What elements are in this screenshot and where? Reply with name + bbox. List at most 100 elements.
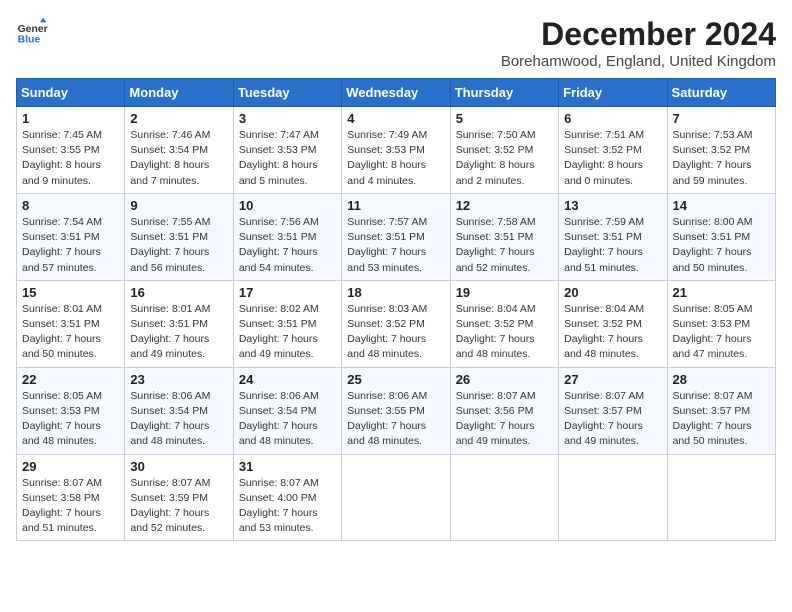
calendar-cell: 1 Sunrise: 7:45 AMSunset: 3:55 PMDayligh… — [17, 107, 125, 194]
svg-text:Blue: Blue — [18, 34, 41, 45]
calendar-cell: 29 Sunrise: 8:07 AMSunset: 3:58 PMDaylig… — [17, 454, 125, 541]
day-number: 25 — [347, 372, 444, 387]
calendar-cell: 21 Sunrise: 8:05 AMSunset: 3:53 PMDaylig… — [667, 280, 775, 367]
day-number: 7 — [673, 111, 770, 126]
calendar-cell: 22 Sunrise: 8:05 AMSunset: 3:53 PMDaylig… — [17, 367, 125, 454]
calendar-cell: 28 Sunrise: 8:07 AMSunset: 3:57 PMDaylig… — [667, 367, 775, 454]
calendar-cell: 27 Sunrise: 8:07 AMSunset: 3:57 PMDaylig… — [559, 367, 667, 454]
day-number: 14 — [673, 198, 770, 213]
calendar-cell: 10 Sunrise: 7:56 AMSunset: 3:51 PMDaylig… — [233, 193, 341, 280]
day-detail: Sunrise: 8:07 AMSunset: 3:59 PMDaylight:… — [130, 477, 210, 535]
calendar-week-2: 8 Sunrise: 7:54 AMSunset: 3:51 PMDayligh… — [17, 193, 776, 280]
weekday-header-sunday: Sunday — [17, 79, 125, 107]
day-number: 27 — [564, 372, 661, 387]
day-detail: Sunrise: 7:53 AMSunset: 3:52 PMDaylight:… — [673, 129, 753, 187]
calendar-cell: 4 Sunrise: 7:49 AMSunset: 3:53 PMDayligh… — [342, 107, 450, 194]
day-number: 8 — [22, 198, 119, 213]
day-detail: Sunrise: 8:04 AMSunset: 3:52 PMDaylight:… — [456, 303, 536, 361]
day-number: 16 — [130, 285, 227, 300]
day-detail: Sunrise: 7:46 AMSunset: 3:54 PMDaylight:… — [130, 129, 210, 187]
calendar-cell: 31 Sunrise: 8:07 AMSunset: 4:00 PMDaylig… — [233, 454, 341, 541]
day-detail: Sunrise: 8:00 AMSunset: 3:51 PMDaylight:… — [673, 216, 753, 274]
day-number: 28 — [673, 372, 770, 387]
day-number: 30 — [130, 459, 227, 474]
day-detail: Sunrise: 8:01 AMSunset: 3:51 PMDaylight:… — [130, 303, 210, 361]
day-detail: Sunrise: 7:57 AMSunset: 3:51 PMDaylight:… — [347, 216, 427, 274]
day-detail: Sunrise: 8:07 AMSunset: 3:57 PMDaylight:… — [564, 390, 644, 448]
day-number: 11 — [347, 198, 444, 213]
day-detail: Sunrise: 8:02 AMSunset: 3:51 PMDaylight:… — [239, 303, 319, 361]
calendar-cell: 18 Sunrise: 8:03 AMSunset: 3:52 PMDaylig… — [342, 280, 450, 367]
location-subtitle: Borehamwood, England, United Kingdom — [501, 53, 776, 70]
day-number: 13 — [564, 198, 661, 213]
day-number: 24 — [239, 372, 336, 387]
weekday-header-thursday: Thursday — [450, 79, 558, 107]
calendar-cell: 7 Sunrise: 7:53 AMSunset: 3:52 PMDayligh… — [667, 107, 775, 194]
logo: General Blue — [16, 16, 48, 48]
calendar-cell: 3 Sunrise: 7:47 AMSunset: 3:53 PMDayligh… — [233, 107, 341, 194]
calendar-cell — [559, 454, 667, 541]
day-number: 6 — [564, 111, 661, 126]
calendar-cell — [667, 454, 775, 541]
calendar-cell: 19 Sunrise: 8:04 AMSunset: 3:52 PMDaylig… — [450, 280, 558, 367]
day-detail: Sunrise: 8:03 AMSunset: 3:52 PMDaylight:… — [347, 303, 427, 361]
day-detail: Sunrise: 7:50 AMSunset: 3:52 PMDaylight:… — [456, 129, 536, 187]
calendar-cell: 6 Sunrise: 7:51 AMSunset: 3:52 PMDayligh… — [559, 107, 667, 194]
day-detail: Sunrise: 8:05 AMSunset: 3:53 PMDaylight:… — [673, 303, 753, 361]
day-detail: Sunrise: 7:58 AMSunset: 3:51 PMDaylight:… — [456, 216, 536, 274]
month-year-title: December 2024 — [501, 16, 776, 53]
weekday-header-monday: Monday — [125, 79, 233, 107]
day-number: 12 — [456, 198, 553, 213]
calendar-week-4: 22 Sunrise: 8:05 AMSunset: 3:53 PMDaylig… — [17, 367, 776, 454]
day-detail: Sunrise: 7:59 AMSunset: 3:51 PMDaylight:… — [564, 216, 644, 274]
weekday-header-tuesday: Tuesday — [233, 79, 341, 107]
day-number: 19 — [456, 285, 553, 300]
calendar-table: SundayMondayTuesdayWednesdayThursdayFrid… — [16, 78, 776, 541]
calendar-cell: 12 Sunrise: 7:58 AMSunset: 3:51 PMDaylig… — [450, 193, 558, 280]
calendar-cell: 30 Sunrise: 8:07 AMSunset: 3:59 PMDaylig… — [125, 454, 233, 541]
calendar-cell: 25 Sunrise: 8:06 AMSunset: 3:55 PMDaylig… — [342, 367, 450, 454]
day-number: 4 — [347, 111, 444, 126]
calendar-cell — [450, 454, 558, 541]
day-detail: Sunrise: 8:04 AMSunset: 3:52 PMDaylight:… — [564, 303, 644, 361]
day-detail: Sunrise: 7:56 AMSunset: 3:51 PMDaylight:… — [239, 216, 319, 274]
day-number: 3 — [239, 111, 336, 126]
day-detail: Sunrise: 7:49 AMSunset: 3:53 PMDaylight:… — [347, 129, 427, 187]
calendar-cell: 23 Sunrise: 8:06 AMSunset: 3:54 PMDaylig… — [125, 367, 233, 454]
day-number: 18 — [347, 285, 444, 300]
day-number: 23 — [130, 372, 227, 387]
calendar-cell: 26 Sunrise: 8:07 AMSunset: 3:56 PMDaylig… — [450, 367, 558, 454]
calendar-cell: 15 Sunrise: 8:01 AMSunset: 3:51 PMDaylig… — [17, 280, 125, 367]
weekday-header-friday: Friday — [559, 79, 667, 107]
calendar-cell: 5 Sunrise: 7:50 AMSunset: 3:52 PMDayligh… — [450, 107, 558, 194]
title-area: December 2024 Borehamwood, England, Unit… — [501, 16, 776, 70]
weekday-header-row: SundayMondayTuesdayWednesdayThursdayFrid… — [17, 79, 776, 107]
day-detail: Sunrise: 7:45 AMSunset: 3:55 PMDaylight:… — [22, 129, 102, 187]
calendar-week-5: 29 Sunrise: 8:07 AMSunset: 3:58 PMDaylig… — [17, 454, 776, 541]
calendar-cell: 2 Sunrise: 7:46 AMSunset: 3:54 PMDayligh… — [125, 107, 233, 194]
weekday-header-wednesday: Wednesday — [342, 79, 450, 107]
day-detail: Sunrise: 8:05 AMSunset: 3:53 PMDaylight:… — [22, 390, 102, 448]
calendar-cell: 9 Sunrise: 7:55 AMSunset: 3:51 PMDayligh… — [125, 193, 233, 280]
logo-icon: General Blue — [16, 16, 48, 48]
day-detail: Sunrise: 8:06 AMSunset: 3:54 PMDaylight:… — [239, 390, 319, 448]
weekday-header-saturday: Saturday — [667, 79, 775, 107]
day-detail: Sunrise: 7:51 AMSunset: 3:52 PMDaylight:… — [564, 129, 644, 187]
day-number: 10 — [239, 198, 336, 213]
day-number: 31 — [239, 459, 336, 474]
day-detail: Sunrise: 8:07 AMSunset: 3:58 PMDaylight:… — [22, 477, 102, 535]
day-detail: Sunrise: 8:06 AMSunset: 3:54 PMDaylight:… — [130, 390, 210, 448]
day-number: 5 — [456, 111, 553, 126]
calendar-week-1: 1 Sunrise: 7:45 AMSunset: 3:55 PMDayligh… — [17, 107, 776, 194]
calendar-cell: 8 Sunrise: 7:54 AMSunset: 3:51 PMDayligh… — [17, 193, 125, 280]
day-detail: Sunrise: 7:54 AMSunset: 3:51 PMDaylight:… — [22, 216, 102, 274]
calendar-week-3: 15 Sunrise: 8:01 AMSunset: 3:51 PMDaylig… — [17, 280, 776, 367]
calendar-cell — [342, 454, 450, 541]
day-number: 1 — [22, 111, 119, 126]
calendar-cell: 16 Sunrise: 8:01 AMSunset: 3:51 PMDaylig… — [125, 280, 233, 367]
day-detail: Sunrise: 8:01 AMSunset: 3:51 PMDaylight:… — [22, 303, 102, 361]
calendar-cell: 24 Sunrise: 8:06 AMSunset: 3:54 PMDaylig… — [233, 367, 341, 454]
day-number: 15 — [22, 285, 119, 300]
day-detail: Sunrise: 8:07 AMSunset: 3:57 PMDaylight:… — [673, 390, 753, 448]
calendar-cell: 17 Sunrise: 8:02 AMSunset: 3:51 PMDaylig… — [233, 280, 341, 367]
